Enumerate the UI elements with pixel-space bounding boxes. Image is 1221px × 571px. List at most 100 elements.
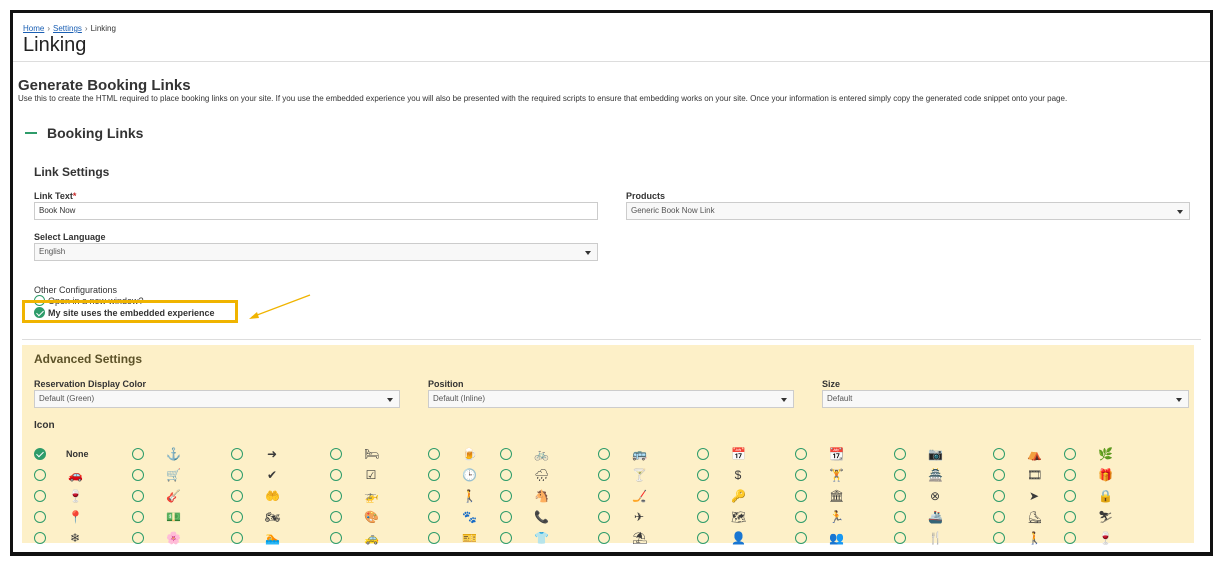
icon-option[interactable] [500,511,512,523]
icon-option[interactable] [428,532,440,544]
icon-option-radio[interactable] [697,469,709,481]
icon-option-radio[interactable] [1064,511,1076,523]
icon-option[interactable] [598,469,610,481]
icon-option[interactable] [500,490,512,502]
icon-option-radio[interactable] [795,511,807,523]
icon-option-radio[interactable] [428,532,440,544]
icon-option-radio[interactable] [598,448,610,460]
icon-option-radio[interactable] [231,448,243,460]
icon-option-radio[interactable] [231,490,243,502]
icon-option[interactable] [993,448,1005,460]
icon-option[interactable] [1064,448,1076,460]
icon-option-radio[interactable] [428,448,440,460]
breadcrumb-settings[interactable]: Settings [53,24,82,33]
icon-option[interactable] [894,469,906,481]
icon-option[interactable] [34,469,46,481]
icon-option[interactable] [330,511,342,523]
icon-option-radio[interactable] [500,490,512,502]
icon-option-radio[interactable] [500,448,512,460]
products-select[interactable]: Generic Book Now Link [626,202,1190,220]
icon-option[interactable] [894,511,906,523]
icon-option-radio[interactable] [428,490,440,502]
icon-option[interactable] [894,448,906,460]
icon-option[interactable] [697,490,709,502]
icon-option-radio[interactable] [132,511,144,523]
icon-option-radio[interactable] [894,448,906,460]
icon-option[interactable] [428,448,440,460]
icon-option[interactable] [697,448,709,460]
icon-option[interactable] [132,490,144,502]
icon-option[interactable] [428,469,440,481]
icon-option[interactable] [34,448,46,460]
icon-option-radio[interactable] [428,511,440,523]
booking-links-header[interactable]: Booking Links [25,125,143,141]
icon-option[interactable] [428,490,440,502]
icon-option-radio[interactable] [993,448,1005,460]
icon-option-radio[interactable] [231,532,243,544]
icon-option[interactable] [231,469,243,481]
icon-option-radio[interactable] [34,532,46,544]
icon-option-radio[interactable] [1064,490,1076,502]
icon-option-radio[interactable] [993,469,1005,481]
icon-option-radio[interactable] [330,490,342,502]
icon-option[interactable] [1064,511,1076,523]
icon-option-radio[interactable] [993,511,1005,523]
size-select[interactable]: Default [822,390,1189,408]
icon-option-radio[interactable] [598,490,610,502]
icon-option-radio[interactable] [993,490,1005,502]
icon-option-radio[interactable] [330,448,342,460]
icon-option-radio[interactable] [894,490,906,502]
icon-option[interactable] [795,490,807,502]
icon-option[interactable] [34,511,46,523]
icon-option[interactable] [1064,490,1076,502]
icon-option[interactable] [993,490,1005,502]
icon-option-radio[interactable] [34,469,46,481]
icon-option[interactable] [598,511,610,523]
icon-option[interactable] [993,532,1005,544]
icon-option-radio[interactable] [500,511,512,523]
icon-option-radio[interactable] [330,532,342,544]
language-select[interactable]: English [34,243,598,261]
icon-option[interactable] [1064,532,1076,544]
icon-option-radio[interactable] [1064,469,1076,481]
icon-option-radio[interactable] [697,448,709,460]
icon-option[interactable] [500,469,512,481]
icon-option-radio[interactable] [330,511,342,523]
icon-option-radio[interactable] [1064,448,1076,460]
link-text-input[interactable]: Book Now [34,202,598,220]
icon-option[interactable] [34,490,46,502]
icon-option[interactable] [330,448,342,460]
icon-option[interactable] [34,532,46,544]
icon-option-radio[interactable] [330,469,342,481]
icon-option-radio[interactable] [894,469,906,481]
icon-option-radio[interactable] [34,490,46,502]
icon-option[interactable] [993,511,1005,523]
icon-option[interactable] [132,469,144,481]
icon-option[interactable] [1064,469,1076,481]
icon-option[interactable] [231,448,243,460]
icon-option[interactable] [598,490,610,502]
icon-option-radio[interactable] [598,532,610,544]
icon-option[interactable] [894,490,906,502]
icon-option[interactable] [598,448,610,460]
display-color-select[interactable]: Default (Green) [34,390,400,408]
icon-option-radio[interactable] [598,511,610,523]
icon-option-radio[interactable] [34,448,46,460]
icon-option-radio[interactable] [795,469,807,481]
icon-option-radio[interactable] [500,532,512,544]
collapse-icon[interactable] [25,132,37,134]
icon-option[interactable] [132,448,144,460]
icon-option-radio[interactable] [34,511,46,523]
icon-option[interactable] [330,469,342,481]
breadcrumb-home[interactable]: Home [23,24,44,33]
icon-option-radio[interactable] [795,532,807,544]
icon-option-radio[interactable] [894,532,906,544]
icon-option[interactable] [795,532,807,544]
icon-option-radio[interactable] [697,490,709,502]
icon-option[interactable] [330,532,342,544]
icon-option[interactable] [697,469,709,481]
icon-option-radio[interactable] [132,532,144,544]
icon-option-radio[interactable] [598,469,610,481]
icon-option-radio[interactable] [500,469,512,481]
icon-option-radio[interactable] [795,490,807,502]
